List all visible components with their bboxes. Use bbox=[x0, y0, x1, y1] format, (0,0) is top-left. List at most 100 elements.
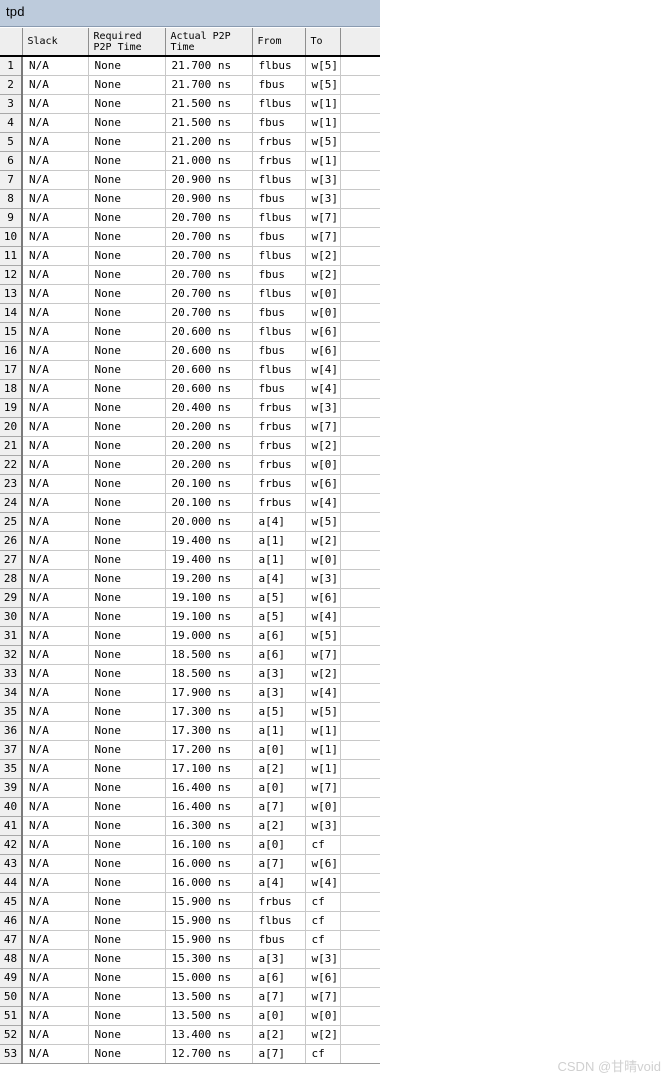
table-row[interactable]: 51 N/A None 13.500 ns a[0] w[0] bbox=[0, 1005, 380, 1026]
table-row[interactable]: 50 N/A None 13.500 ns a[7] w[7] bbox=[0, 986, 380, 1007]
column-header-slack[interactable]: Slack bbox=[22, 28, 89, 57]
row-number-cell[interactable]: 47 bbox=[0, 929, 23, 950]
row-number-cell[interactable]: 30 bbox=[0, 606, 23, 627]
column-header-rownum[interactable] bbox=[0, 28, 23, 57]
table-row[interactable]: 49 N/A None 15.000 ns a[6] w[6] bbox=[0, 967, 380, 988]
row-number-cell[interactable]: 25 bbox=[0, 511, 23, 532]
table-row[interactable]: 13 N/A None 20.700 ns flbus w[0] bbox=[0, 283, 380, 304]
table-row[interactable]: 39 N/A None 16.400 ns a[0] w[7] bbox=[0, 777, 380, 798]
table-row[interactable]: 35 N/A None 17.300 ns a[5] w[5] bbox=[0, 701, 380, 722]
row-number-cell[interactable]: 53 bbox=[0, 1043, 23, 1064]
row-number-cell[interactable]: 49 bbox=[0, 967, 23, 988]
row-number-cell[interactable]: 22 bbox=[0, 454, 23, 475]
column-header-to[interactable]: To bbox=[305, 28, 341, 57]
table-row[interactable]: 6 N/A None 21.000 ns frbus w[1] bbox=[0, 150, 380, 171]
table-row[interactable]: 22 N/A None 20.200 ns frbus w[0] bbox=[0, 454, 380, 475]
column-header-spacer[interactable] bbox=[340, 28, 380, 57]
table-row[interactable]: 11 N/A None 20.700 ns flbus w[2] bbox=[0, 245, 380, 266]
row-number-cell[interactable]: 3 bbox=[0, 93, 23, 114]
table-row[interactable]: 52 N/A None 13.400 ns a[2] w[2] bbox=[0, 1024, 380, 1045]
table-row[interactable]: 40 N/A None 16.400 ns a[7] w[0] bbox=[0, 796, 380, 817]
table-row[interactable]: 30 N/A None 19.100 ns a[5] w[4] bbox=[0, 606, 380, 627]
row-number-cell[interactable]: 46 bbox=[0, 910, 23, 931]
table-row[interactable]: 10 N/A None 20.700 ns fbus w[7] bbox=[0, 226, 380, 247]
row-number-cell[interactable]: 32 bbox=[0, 644, 23, 665]
row-number-cell[interactable]: 26 bbox=[0, 530, 23, 551]
column-header-from[interactable]: From bbox=[252, 28, 306, 57]
table-row[interactable]: 4 N/A None 21.500 ns fbus w[1] bbox=[0, 112, 380, 133]
table-row[interactable]: 33 N/A None 18.500 ns a[3] w[2] bbox=[0, 663, 380, 684]
table-row[interactable]: 5 N/A None 21.200 ns frbus w[5] bbox=[0, 131, 380, 152]
table-row[interactable]: 27 N/A None 19.400 ns a[1] w[0] bbox=[0, 549, 380, 570]
table-row[interactable]: 53 N/A None 12.700 ns a[7] cf bbox=[0, 1043, 380, 1064]
table-row[interactable]: 15 N/A None 20.600 ns flbus w[6] bbox=[0, 321, 380, 342]
row-number-cell[interactable]: 16 bbox=[0, 340, 23, 361]
row-number-cell[interactable]: 27 bbox=[0, 549, 23, 570]
row-number-cell[interactable]: 37 bbox=[0, 739, 23, 760]
table-row[interactable]: 7 N/A None 20.900 ns flbus w[3] bbox=[0, 169, 380, 190]
row-number-cell[interactable]: 28 bbox=[0, 568, 23, 589]
table-row[interactable]: 21 N/A None 20.200 ns frbus w[2] bbox=[0, 435, 380, 456]
table-row[interactable]: 46 N/A None 15.900 ns flbus cf bbox=[0, 910, 380, 931]
row-number-cell[interactable]: 39 bbox=[0, 777, 23, 798]
row-number-cell[interactable]: 40 bbox=[0, 796, 23, 817]
table-row[interactable]: 18 N/A None 20.600 ns fbus w[4] bbox=[0, 378, 380, 399]
row-number-cell[interactable]: 24 bbox=[0, 492, 23, 513]
table-row[interactable]: 37 N/A None 17.200 ns a[0] w[1] bbox=[0, 739, 380, 760]
table-row[interactable]: 47 N/A None 15.900 ns fbus cf bbox=[0, 929, 380, 950]
row-number-cell[interactable]: 51 bbox=[0, 1005, 23, 1026]
row-number-cell[interactable]: 36 bbox=[0, 720, 23, 741]
table-row[interactable]: 42 N/A None 16.100 ns a[0] cf bbox=[0, 834, 380, 855]
table-row[interactable]: 1 N/A None 21.700 ns flbus w[5] bbox=[0, 55, 380, 76]
column-header-actual-p2p-time[interactable]: Actual P2P Time bbox=[165, 28, 253, 57]
row-number-cell[interactable]: 8 bbox=[0, 188, 23, 209]
row-number-cell[interactable]: 31 bbox=[0, 625, 23, 646]
row-number-cell[interactable]: 10 bbox=[0, 226, 23, 247]
table-row[interactable]: 16 N/A None 20.600 ns fbus w[6] bbox=[0, 340, 380, 361]
column-header-required-p2p-time[interactable]: Required P2P Time bbox=[88, 28, 166, 57]
row-number-cell[interactable]: 12 bbox=[0, 264, 23, 285]
table-row[interactable]: 48 N/A None 15.300 ns a[3] w[3] bbox=[0, 948, 380, 969]
row-number-cell[interactable]: 13 bbox=[0, 283, 23, 304]
row-number-cell[interactable]: 44 bbox=[0, 872, 23, 893]
row-number-cell[interactable]: 1 bbox=[0, 55, 23, 76]
row-number-cell[interactable]: 9 bbox=[0, 207, 23, 228]
row-number-cell[interactable]: 35 bbox=[0, 758, 23, 779]
table-row[interactable]: 26 N/A None 19.400 ns a[1] w[2] bbox=[0, 530, 380, 551]
table-row[interactable]: 31 N/A None 19.000 ns a[6] w[5] bbox=[0, 625, 380, 646]
row-number-cell[interactable]: 19 bbox=[0, 397, 23, 418]
row-number-cell[interactable]: 6 bbox=[0, 150, 23, 171]
row-number-cell[interactable]: 7 bbox=[0, 169, 23, 190]
table-row[interactable]: 9 N/A None 20.700 ns flbus w[7] bbox=[0, 207, 380, 228]
table-row[interactable]: 17 N/A None 20.600 ns flbus w[4] bbox=[0, 359, 380, 380]
row-number-cell[interactable]: 20 bbox=[0, 416, 23, 437]
table-row[interactable]: 35 N/A None 17.100 ns a[2] w[1] bbox=[0, 758, 380, 779]
table-row[interactable]: 36 N/A None 17.300 ns a[1] w[1] bbox=[0, 720, 380, 741]
row-number-cell[interactable]: 50 bbox=[0, 986, 23, 1007]
row-number-cell[interactable]: 17 bbox=[0, 359, 23, 380]
row-number-cell[interactable]: 11 bbox=[0, 245, 23, 266]
row-number-cell[interactable]: 41 bbox=[0, 815, 23, 836]
row-number-cell[interactable]: 18 bbox=[0, 378, 23, 399]
row-number-cell[interactable]: 14 bbox=[0, 302, 23, 323]
table-row[interactable]: 45 N/A None 15.900 ns frbus cf bbox=[0, 891, 380, 912]
row-number-cell[interactable]: 52 bbox=[0, 1024, 23, 1045]
table-row[interactable]: 3 N/A None 21.500 ns flbus w[1] bbox=[0, 93, 380, 114]
table-row[interactable]: 28 N/A None 19.200 ns a[4] w[3] bbox=[0, 568, 380, 589]
table-row[interactable]: 23 N/A None 20.100 ns frbus w[6] bbox=[0, 473, 380, 494]
row-number-cell[interactable]: 33 bbox=[0, 663, 23, 684]
row-number-cell[interactable]: 48 bbox=[0, 948, 23, 969]
row-number-cell[interactable]: 5 bbox=[0, 131, 23, 152]
table-row[interactable]: 25 N/A None 20.000 ns a[4] w[5] bbox=[0, 511, 380, 532]
table-row[interactable]: 44 N/A None 16.000 ns a[4] w[4] bbox=[0, 872, 380, 893]
row-number-cell[interactable]: 15 bbox=[0, 321, 23, 342]
table-row[interactable]: 24 N/A None 20.100 ns frbus w[4] bbox=[0, 492, 380, 513]
table-row[interactable]: 2 N/A None 21.700 ns fbus w[5] bbox=[0, 74, 380, 95]
row-number-cell[interactable]: 42 bbox=[0, 834, 23, 855]
row-number-cell[interactable]: 45 bbox=[0, 891, 23, 912]
table-row[interactable]: 34 N/A None 17.900 ns a[3] w[4] bbox=[0, 682, 380, 703]
row-number-cell[interactable]: 2 bbox=[0, 74, 23, 95]
row-number-cell[interactable]: 43 bbox=[0, 853, 23, 874]
row-number-cell[interactable]: 23 bbox=[0, 473, 23, 494]
table-row[interactable]: 43 N/A None 16.000 ns a[7] w[6] bbox=[0, 853, 380, 874]
